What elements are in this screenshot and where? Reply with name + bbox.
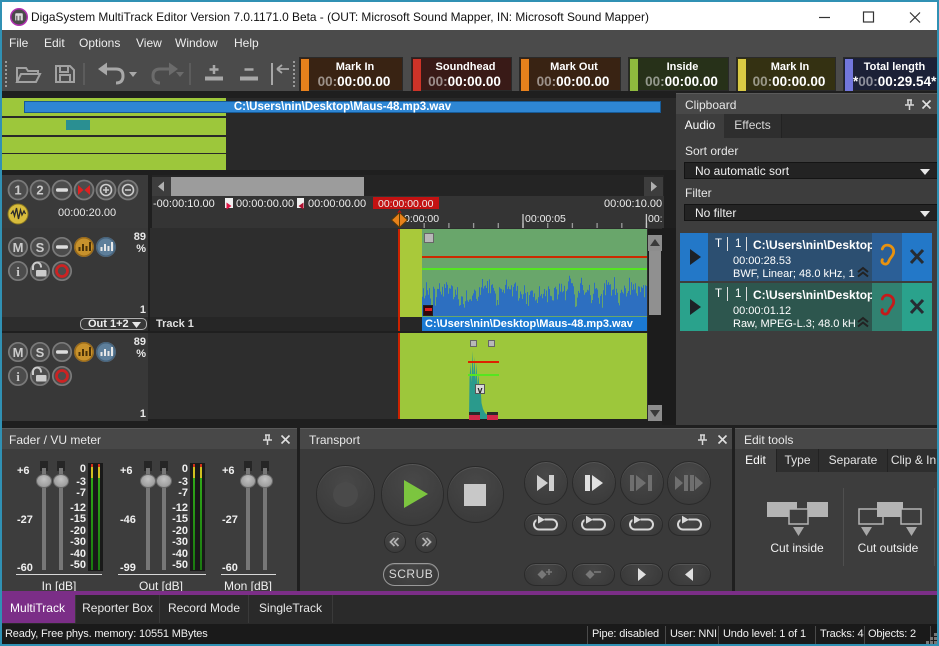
svg-text:89: 89 — [134, 231, 146, 243]
svg-text:89: 89 — [134, 336, 146, 348]
svg-text:1: 1 — [14, 183, 21, 198]
svg-text:S: S — [36, 240, 45, 255]
svg-text:i: i — [16, 264, 20, 279]
svg-text:%: % — [136, 348, 146, 360]
svg-text:S: S — [36, 345, 45, 360]
svg-text:i: i — [16, 369, 20, 384]
svg-text:2: 2 — [36, 183, 43, 198]
svg-text:1: 1 — [140, 408, 146, 420]
svg-text:M: M — [13, 240, 24, 255]
svg-text:1: 1 — [140, 304, 146, 316]
svg-text:M: M — [13, 345, 24, 360]
svg-text:%: % — [136, 243, 146, 255]
